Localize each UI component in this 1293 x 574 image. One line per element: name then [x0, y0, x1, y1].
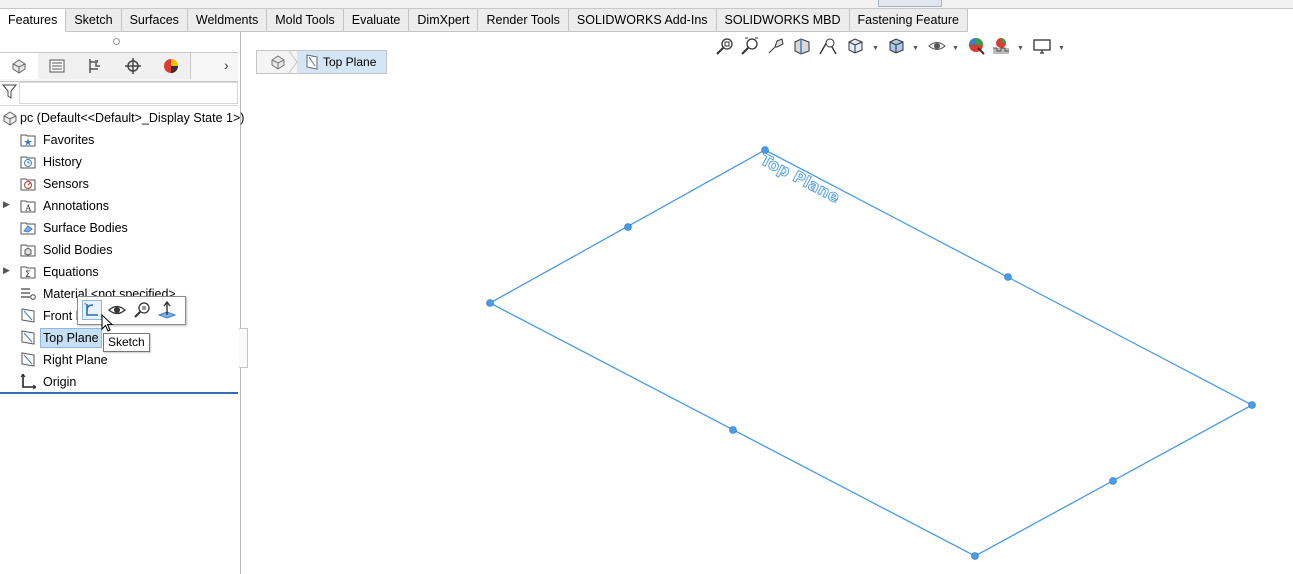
view-settings-icon[interactable] — [1032, 36, 1052, 56]
configuration-manager-tab[interactable] — [76, 53, 115, 79]
dimxpert-manager-icon — [125, 58, 141, 74]
tree-item-label: Annotations — [43, 199, 110, 213]
hide-show-dropdown-icon[interactable]: ▼ — [952, 45, 959, 52]
section-view-icon[interactable] — [792, 36, 812, 56]
tab-sketch[interactable]: Sketch — [66, 9, 122, 32]
sketch-icon[interactable]: * — [82, 300, 102, 320]
display-manager-tab[interactable] — [152, 53, 191, 79]
tooltip: Sketch — [103, 333, 150, 352]
feature-manager-tab[interactable] — [0, 53, 39, 79]
view-orientation-icon[interactable] — [846, 36, 866, 56]
plane-icon — [21, 352, 35, 367]
normal-to-icon[interactable] — [157, 300, 177, 320]
graphics-area[interactable]: Top Plane — [241, 75, 1293, 574]
filter-icon[interactable] — [2, 84, 17, 100]
feature-manager-icon — [12, 59, 26, 74]
command-manager-tabs: Features Sketch Surfaces Weldments Mold … — [0, 9, 968, 32]
plane-corner-handle[interactable] — [971, 552, 979, 560]
equations-expand-icon[interactable]: ▶ — [3, 265, 10, 276]
zoom-to-area-icon[interactable] — [740, 36, 760, 56]
equations-folder-icon: Σ — [20, 266, 36, 279]
zoom-to-fit-icon[interactable] — [715, 36, 735, 56]
annotations-folder-icon: A — [20, 200, 36, 213]
property-manager-tab[interactable] — [38, 53, 77, 79]
tab-fastening-feature[interactable]: Fastening Feature — [849, 9, 968, 32]
plane-edge-handle[interactable] — [1004, 273, 1012, 281]
sensors-folder-icon — [20, 178, 36, 191]
part-icon — [3, 111, 17, 126]
edit-appearance-icon[interactable] — [966, 36, 986, 56]
tree-root-label: pc (Default<<Default>_Display State 1>) — [20, 111, 245, 125]
tree-item-label: Origin — [43, 375, 77, 389]
dynamic-annotation-icon[interactable] — [818, 36, 838, 56]
property-manager-icon — [49, 59, 65, 73]
previous-view-icon[interactable] — [766, 36, 786, 56]
material-icon — [21, 288, 36, 300]
solid-bodies-folder-icon — [20, 244, 36, 257]
context-toolbar: * — [77, 296, 186, 325]
part-icon[interactable] — [269, 54, 287, 70]
plane-icon — [21, 308, 35, 323]
rollback-bar[interactable] — [0, 392, 238, 394]
history-folder-icon — [20, 156, 36, 169]
view-settings-dropdown-icon[interactable]: ▼ — [1058, 45, 1065, 52]
display-style-icon[interactable] — [887, 36, 907, 56]
tree-item-label: Equations — [43, 265, 99, 279]
plane-corner-handle[interactable] — [1248, 401, 1256, 409]
annotations-expand-icon[interactable]: ▶ — [3, 199, 10, 210]
tab-surfaces[interactable]: Surfaces — [121, 9, 188, 32]
display-manager-icon — [164, 59, 178, 73]
display-style-dropdown-icon[interactable]: ▼ — [912, 45, 919, 52]
svg-text:A: A — [25, 203, 32, 213]
plane-edge-handle[interactable] — [729, 426, 737, 434]
tab-evaluate[interactable]: Evaluate — [343, 9, 410, 32]
plane-handles — [486, 146, 1256, 560]
tree-item-label: Solid Bodies — [43, 243, 113, 257]
apply-scene-icon[interactable] — [991, 36, 1011, 56]
tab-render-tools[interactable]: Render Tools — [478, 9, 569, 32]
svg-text:Σ: Σ — [25, 270, 31, 279]
tree-item-label: Sensors — [43, 177, 89, 191]
configuration-manager-icon — [89, 59, 100, 73]
panel-tabs: › — [0, 52, 238, 82]
tab-weldments[interactable]: Weldments — [187, 9, 268, 32]
filter-input[interactable] — [19, 82, 238, 104]
apply-scene-dropdown-icon[interactable]: ▼ — [1017, 45, 1024, 52]
top-strip — [0, 0, 1293, 9]
hide-show-items-icon[interactable] — [927, 36, 947, 56]
panel-splitter[interactable] — [0, 33, 238, 49]
favorites-folder-icon — [20, 134, 36, 147]
view-orientation-dropdown-icon[interactable]: ▼ — [872, 45, 879, 52]
plane-icon — [306, 54, 318, 70]
top-strip-selected-item[interactable] — [878, 0, 942, 7]
mouse-cursor-icon — [101, 314, 114, 332]
tree-item-label: Right Plane — [43, 353, 108, 367]
tab-solidworks-mbd[interactable]: SOLIDWORKS MBD — [716, 9, 850, 32]
zoom-to-selection-icon[interactable] — [132, 300, 152, 320]
tree-item-label: History — [43, 155, 82, 169]
top-plane-outline[interactable] — [488, 149, 1254, 557]
tab-solidworks-add-ins[interactable]: SOLIDWORKS Add-Ins — [568, 9, 717, 32]
splitter-handle-icon[interactable] — [113, 38, 120, 45]
panel-tabs-more-icon[interactable]: › — [224, 57, 229, 73]
tab-mold-tools[interactable]: Mold Tools — [267, 9, 344, 32]
origin-icon — [20, 374, 36, 389]
tab-features[interactable]: Features — [0, 9, 67, 32]
plane-edge-handle[interactable] — [1109, 477, 1117, 485]
plane-edge-handle[interactable] — [624, 223, 632, 231]
plane-label: Top Plane — [757, 150, 843, 207]
filter-row — [0, 81, 238, 106]
breadcrumb-label: Top Plane — [323, 55, 377, 69]
tree-item-label: Surface Bodies — [43, 221, 128, 235]
tree-item-label: Top Plane — [40, 328, 102, 348]
tab-dimxpert[interactable]: DimXpert — [409, 9, 479, 32]
dimxpert-manager-tab[interactable] — [114, 53, 153, 79]
surface-bodies-folder-icon — [20, 222, 36, 235]
breadcrumb: Top Plane — [256, 50, 387, 74]
breadcrumb-separator-icon — [289, 51, 298, 73]
plane-icon — [21, 330, 35, 345]
plane-corner-handle[interactable] — [486, 299, 494, 307]
tree-item-label: Favorites — [43, 133, 95, 147]
